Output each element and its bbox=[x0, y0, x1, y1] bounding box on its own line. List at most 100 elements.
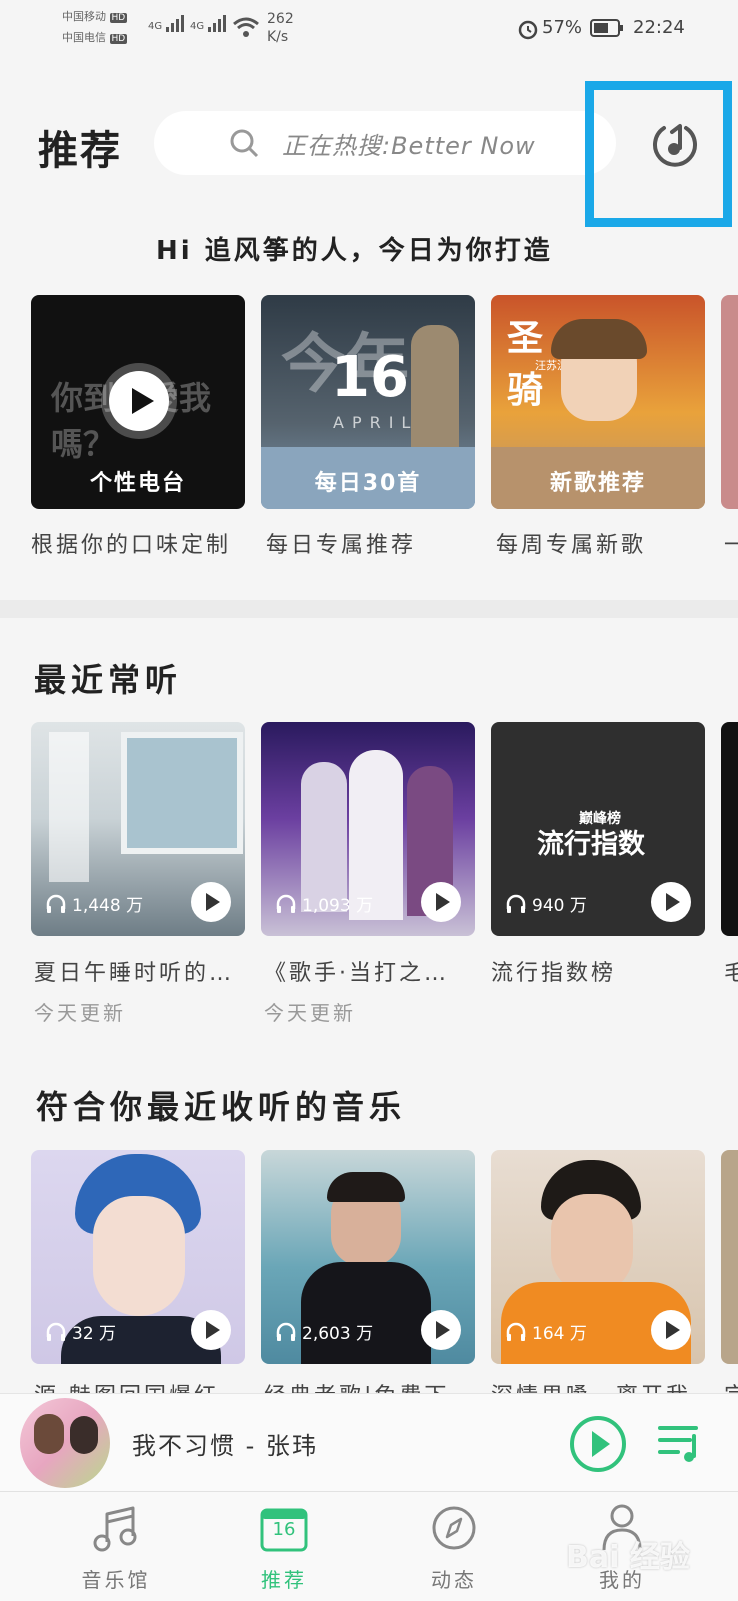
play-count-value: 32 万 bbox=[72, 1324, 117, 1344]
play-button[interactable] bbox=[191, 882, 231, 922]
playlist-card-partial[interactable] bbox=[721, 722, 738, 936]
card-daily-30[interactable]: 今年 16 APRIL 每日30首 bbox=[261, 295, 475, 509]
playlist-name: 《歌手·当打之… bbox=[264, 961, 449, 986]
play-count-value: 1,093 万 bbox=[302, 896, 374, 916]
album-figure bbox=[70, 1416, 98, 1454]
cover-title: 流行指数 bbox=[537, 829, 645, 860]
playlist-card[interactable]: 164 万 bbox=[491, 1150, 705, 1364]
playlist-name: 经典老歌|免费下 bbox=[264, 1378, 449, 1394]
playlist-icon[interactable] bbox=[656, 1422, 704, 1466]
play-button[interactable] bbox=[651, 882, 691, 922]
playlist-name: 源·魅图回国爆红 bbox=[34, 1378, 219, 1394]
signal-2-icon: 4G bbox=[190, 14, 227, 32]
play-button-large[interactable] bbox=[101, 363, 177, 439]
play-icon bbox=[109, 371, 169, 431]
network-speed: 262 K/s bbox=[267, 10, 294, 46]
signal-1-icon: 4G bbox=[148, 14, 185, 32]
card-partial[interactable] bbox=[721, 295, 738, 509]
play-count-value: 1,448 万 bbox=[72, 896, 144, 916]
card-label: 新歌推荐 bbox=[549, 471, 646, 496]
play-count-value: 2,603 万 bbox=[302, 1324, 374, 1344]
section-title-recent: 最近常听 bbox=[34, 661, 183, 699]
alarm-icon bbox=[518, 20, 538, 40]
search-icon bbox=[230, 129, 259, 158]
singer-hair bbox=[551, 319, 647, 359]
mini-player[interactable]: 我不习惯 - 张玮 bbox=[0, 1393, 738, 1492]
tab-label: 推荐 bbox=[261, 1568, 307, 1592]
card-personal-radio[interactable]: 你到底愛我嗎？ 个性电台 bbox=[31, 295, 245, 509]
card-label: 个性电台 bbox=[89, 471, 186, 496]
playlist-name: 毛 bbox=[724, 955, 738, 987]
play-count-value: 164 万 bbox=[532, 1324, 587, 1344]
headphones-icon bbox=[506, 894, 526, 913]
compass-icon bbox=[432, 1506, 476, 1550]
playlist-card[interactable]: 1,448 万 bbox=[31, 722, 245, 936]
battery-percent: 57% bbox=[542, 17, 583, 38]
singer-body bbox=[301, 1262, 431, 1364]
section-divider bbox=[0, 600, 738, 618]
speed-value: 262 bbox=[267, 11, 294, 27]
tab-recommend[interactable]: 16 推荐 bbox=[192, 1492, 376, 1601]
highlight-annotation-box bbox=[585, 81, 732, 227]
singer-face bbox=[551, 1194, 633, 1294]
playlist-name: 流行指数榜 bbox=[491, 961, 617, 986]
wifi-icon bbox=[233, 17, 259, 37]
tab-music-hall[interactable]: 音乐馆 bbox=[24, 1492, 208, 1601]
play-button[interactable] bbox=[421, 1310, 461, 1350]
speed-unit: K/s bbox=[267, 29, 289, 45]
page-title: 推荐 bbox=[38, 128, 122, 174]
playlist-name: 深情男嗓，离开我 bbox=[491, 1378, 691, 1394]
carrier-1-name: 中国移动 bbox=[62, 10, 106, 23]
tab-label: 动态 bbox=[431, 1568, 477, 1592]
play-count: 2,603 万 bbox=[275, 1319, 373, 1344]
card-subtitle: 根据你的口味定制 bbox=[31, 533, 232, 558]
network-type: 4G bbox=[148, 21, 163, 32]
tab-feed[interactable]: 动态 bbox=[362, 1492, 546, 1601]
headphones-icon bbox=[46, 1322, 66, 1341]
play-count: 940 万 bbox=[505, 891, 587, 916]
curtain bbox=[49, 732, 89, 882]
play-count-value: 940 万 bbox=[532, 896, 587, 916]
date-badge-month: APRIL bbox=[333, 413, 419, 432]
play-button[interactable] bbox=[191, 1310, 231, 1350]
playlist-card[interactable]: 1,093 万 bbox=[261, 722, 475, 936]
play-count: 32 万 bbox=[45, 1319, 116, 1344]
search-bar[interactable]: 正在热搜:Better Now bbox=[154, 111, 616, 175]
album-art[interactable] bbox=[20, 1398, 110, 1488]
playlist-card[interactable]: 巅峰榜 流行指数 940 万 bbox=[491, 722, 705, 936]
window bbox=[121, 732, 243, 854]
playlist-card-partial[interactable] bbox=[721, 1150, 738, 1364]
play-button[interactable] bbox=[651, 1310, 691, 1350]
play-count: 1,448 万 bbox=[45, 891, 143, 916]
card-new-songs[interactable]: 圣殿骑士 汪苏泷 新歌推荐 bbox=[491, 295, 705, 509]
update-note: 今天更新 bbox=[34, 1001, 126, 1025]
hd-badge: HD bbox=[109, 13, 128, 23]
playlist-card[interactable]: 2,603 万 bbox=[261, 1150, 475, 1364]
singer-face bbox=[93, 1196, 185, 1316]
card-subtitle: 一 bbox=[724, 527, 738, 559]
carrier-1: 中国移动 HD bbox=[62, 10, 128, 25]
watermark: Bai 经验 bbox=[566, 1540, 690, 1575]
battery-icon bbox=[590, 19, 623, 37]
search-placeholder: 正在热搜:Better Now bbox=[282, 131, 536, 160]
singer-hair bbox=[327, 1172, 405, 1202]
carrier-2-name: 中国电信 bbox=[62, 31, 106, 44]
playlist-name: 完 bbox=[724, 1378, 738, 1394]
tab-label: 音乐馆 bbox=[81, 1568, 151, 1592]
status-bar: 中国移动 HD 中国电信 HD 4G 4G 262 K/s 57% 22:24 bbox=[0, 0, 738, 60]
playlist-card[interactable]: 32 万 bbox=[31, 1150, 245, 1364]
headphones-icon bbox=[276, 894, 296, 913]
headphones-icon bbox=[276, 1322, 296, 1341]
date-badge-number: 16 bbox=[331, 345, 409, 410]
play-count: 1,093 万 bbox=[275, 891, 373, 916]
music-note-icon bbox=[93, 1506, 137, 1552]
person-figure bbox=[301, 762, 347, 912]
card-subtitle: 每周专属新歌 bbox=[496, 533, 647, 558]
clock: 22:24 bbox=[633, 17, 685, 38]
greeting-text: Hi 追风筝的人，今日为你打造 bbox=[156, 236, 553, 266]
carrier-2: 中国电信 HD bbox=[62, 31, 128, 46]
headphones-icon bbox=[46, 894, 66, 913]
play-icon[interactable] bbox=[568, 1414, 628, 1474]
calendar-day: 16 bbox=[272, 1519, 296, 1540]
play-button[interactable] bbox=[421, 882, 461, 922]
